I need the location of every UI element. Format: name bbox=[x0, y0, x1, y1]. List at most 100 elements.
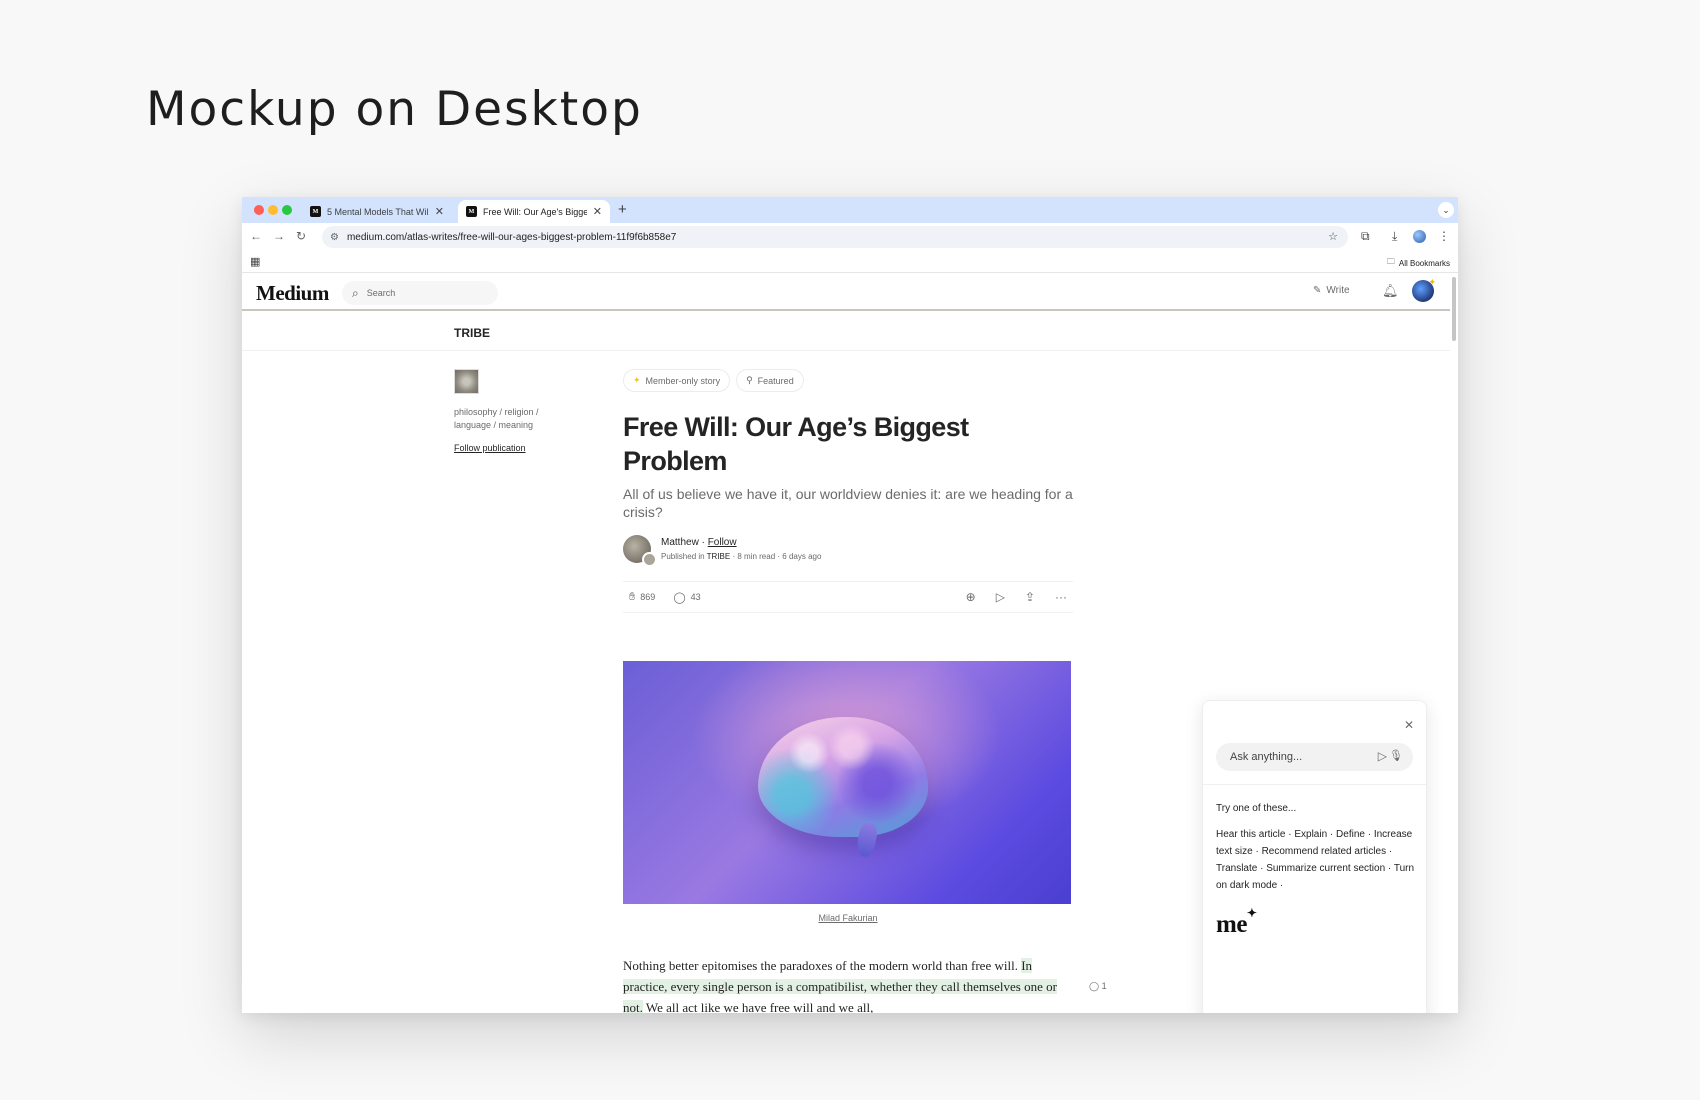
reload-icon[interactable]: ↻ bbox=[296, 229, 306, 243]
download-icon[interactable]: ⤓ bbox=[1392, 229, 1397, 244]
publication-name[interactable]: TRIBE bbox=[454, 326, 490, 340]
article: ✦ Member-only story ⚲ Featured Free Will… bbox=[623, 369, 1107, 1013]
page-heading: Mockup on Desktop bbox=[146, 82, 643, 137]
kebab-menu-icon[interactable]: ⋮ bbox=[1438, 229, 1450, 243]
page-viewport: Medium ⌕ Search ✎ Write 🔔︎ ✦ TRIBE philo… bbox=[242, 273, 1458, 1013]
member-spark-icon: ✦ bbox=[1428, 277, 1436, 287]
article-hero-image bbox=[623, 661, 1071, 904]
apps-grid-icon[interactable]: ▦ bbox=[250, 255, 260, 268]
article-actions-right: ⊕ ▷ ⇪ ··· bbox=[966, 590, 1067, 604]
search-input[interactable]: ⌕ Search bbox=[342, 281, 498, 305]
ask-placeholder: Ask anything... bbox=[1230, 751, 1303, 763]
address-bar[interactable]: ⚙ medium.com/atlas-writes/free-will-our-… bbox=[322, 226, 1348, 248]
tab-title: 5 Mental Models That Will Ta bbox=[327, 206, 429, 217]
tab-free-will[interactable]: M Free Will: Our Age's Biggest I ✕ bbox=[458, 200, 610, 223]
write-label: Write bbox=[1326, 285, 1350, 296]
author-name[interactable]: Matthew bbox=[661, 537, 699, 548]
medium-favicon-icon: M bbox=[466, 206, 477, 217]
url-text: medium.com/atlas-writes/free-will-our-ag… bbox=[346, 231, 677, 243]
send-icon[interactable]: ▷ bbox=[1378, 749, 1387, 763]
highlight-response-count: 1 bbox=[1101, 981, 1107, 991]
byline: Matthew · Follow Published in TRIBE · 8 … bbox=[623, 535, 1073, 567]
follow-publication-link[interactable]: Follow publication bbox=[454, 443, 526, 453]
body-sentence: Nothing better epitomises the paradoxes … bbox=[623, 958, 1018, 973]
close-icon[interactable]: ✕ bbox=[435, 205, 444, 218]
bookmarks-bar: ▦ 🗀 All Bookmarks bbox=[242, 251, 1458, 273]
browser-profile-avatar[interactable] bbox=[1413, 230, 1426, 243]
write-button[interactable]: ✎ Write bbox=[1313, 285, 1350, 296]
clap-button[interactable]: ✋︎ 869 bbox=[629, 591, 655, 604]
star-icon: ✦ bbox=[633, 375, 641, 385]
publish-date: 6 days ago bbox=[782, 552, 822, 561]
member-only-badge: ✦ Member-only story bbox=[623, 369, 731, 392]
image-caption[interactable]: Milad Fakurian bbox=[623, 913, 1073, 923]
close-icon[interactable]: ✕ bbox=[593, 205, 602, 218]
browser-toolbar: ← → ↻ ⚙ medium.com/atlas-writes/free-wil… bbox=[242, 223, 1458, 251]
responses-button[interactable]: ◯ 43 bbox=[673, 591, 700, 604]
publication-logo[interactable] bbox=[454, 369, 479, 394]
tab-strip: M 5 Mental Models That Will Ta ✕ M Free … bbox=[242, 197, 1458, 223]
search-icon: ⌕ bbox=[352, 285, 359, 300]
close-window-button[interactable] bbox=[254, 205, 264, 215]
featured-badge[interactable]: ⚲ Featured bbox=[736, 369, 804, 392]
more-options-icon[interactable]: ··· bbox=[1055, 590, 1067, 604]
folder-icon: 🗀 bbox=[1386, 257, 1395, 266]
author-avatar[interactable] bbox=[623, 535, 657, 567]
forward-arrow-icon[interactable]: → bbox=[273, 229, 285, 243]
article-action-bar: ✋︎ 869 ◯ 43 ⊕ ▷ ⇪ ··· bbox=[623, 581, 1073, 613]
featured-ribbon-icon: ⚲ bbox=[746, 375, 753, 385]
body-sentence: We all act like we have free will and we… bbox=[645, 1000, 874, 1013]
published-prefix: Published in bbox=[661, 552, 705, 561]
publication-bar: TRIBE bbox=[242, 313, 1450, 351]
ask-anything-input[interactable]: Ask anything... ▷ 🎙︎ bbox=[1216, 743, 1413, 771]
article-badges: ✦ Member-only story ⚲ Featured bbox=[623, 369, 1073, 392]
clap-icon: ✋︎ bbox=[629, 590, 636, 603]
highlight-responses[interactable]: ◯ 1 bbox=[1089, 976, 1107, 997]
read-time: 8 min read bbox=[737, 552, 776, 561]
scrollbar[interactable] bbox=[1452, 277, 1456, 341]
clap-count: 869 bbox=[640, 592, 656, 602]
maximize-window-button[interactable] bbox=[282, 205, 292, 215]
write-pencil-icon: ✎ bbox=[1313, 285, 1322, 296]
tab-title: Free Will: Our Age's Biggest I bbox=[483, 206, 587, 217]
try-label: Try one of these... bbox=[1216, 803, 1297, 814]
suggestion-list[interactable]: Hear this article · Explain · Define · I… bbox=[1216, 826, 1416, 894]
search-placeholder: Search bbox=[366, 288, 396, 298]
tab-search-chevron-down-icon[interactable]: ⌄ bbox=[1438, 202, 1454, 218]
ai-assistant-panel: ✕ Ask anything... ▷ 🎙︎ Try one of these.… bbox=[1202, 700, 1427, 1013]
published-in-link[interactable]: TRIBE bbox=[707, 552, 731, 561]
notification-bell-icon[interactable]: 🔔︎ bbox=[1382, 283, 1399, 299]
minimize-window-button[interactable] bbox=[268, 205, 278, 215]
all-bookmarks-label: All Bookmarks bbox=[1398, 258, 1450, 268]
me-logo-text: me bbox=[1216, 911, 1247, 938]
article-title: Free Will: Our Age’s Biggest Problem bbox=[623, 412, 969, 476]
follow-author-link[interactable]: Follow bbox=[708, 537, 737, 548]
site-settings-icon[interactable]: ⚙ bbox=[330, 232, 339, 243]
medium-logo[interactable]: Medium bbox=[256, 281, 329, 306]
article-subtitle: All of us believe we have it, our worldv… bbox=[623, 486, 1073, 520]
user-avatar[interactable]: ✦ bbox=[1412, 277, 1436, 302]
share-icon[interactable]: ⇪ bbox=[1025, 590, 1035, 604]
featured-label: Featured bbox=[757, 375, 794, 386]
publication-mini-avatar bbox=[642, 552, 657, 567]
new-tab-plus-icon[interactable]: + bbox=[618, 201, 627, 218]
comment-bubble-icon: ◯ bbox=[673, 591, 686, 604]
comment-bubble-icon: ◯ bbox=[1089, 981, 1100, 991]
listen-play-icon[interactable]: ▷ bbox=[996, 590, 1005, 604]
bookmark-add-icon[interactable]: ⊕ bbox=[966, 590, 976, 604]
close-icon[interactable]: ✕ bbox=[1404, 718, 1414, 732]
brain-illustration bbox=[758, 717, 928, 837]
microphone-icon[interactable]: 🎙︎ bbox=[1389, 749, 1403, 762]
article-body: Nothing better epitomises the paradoxes … bbox=[623, 955, 1107, 1013]
publication-sidebar: philosophy / religion / language / meani… bbox=[454, 369, 564, 456]
extensions-puzzle-icon[interactable]: ⧉ bbox=[1361, 229, 1370, 244]
back-arrow-icon[interactable]: ← bbox=[250, 229, 262, 243]
medium-favicon-icon: M bbox=[310, 206, 321, 217]
all-bookmarks-button[interactable]: 🗀 All Bookmarks bbox=[1387, 256, 1450, 270]
medium-header: Medium ⌕ Search ✎ Write 🔔︎ ✦ bbox=[242, 273, 1450, 311]
byline-text: Matthew · Follow Published in TRIBE · 8 … bbox=[661, 537, 821, 561]
bookmark-star-icon[interactable]: ☆ bbox=[1328, 230, 1338, 243]
tab-mental-models[interactable]: M 5 Mental Models That Will Ta ✕ bbox=[302, 200, 452, 223]
divider bbox=[1203, 784, 1426, 785]
response-count: 43 bbox=[690, 592, 701, 602]
